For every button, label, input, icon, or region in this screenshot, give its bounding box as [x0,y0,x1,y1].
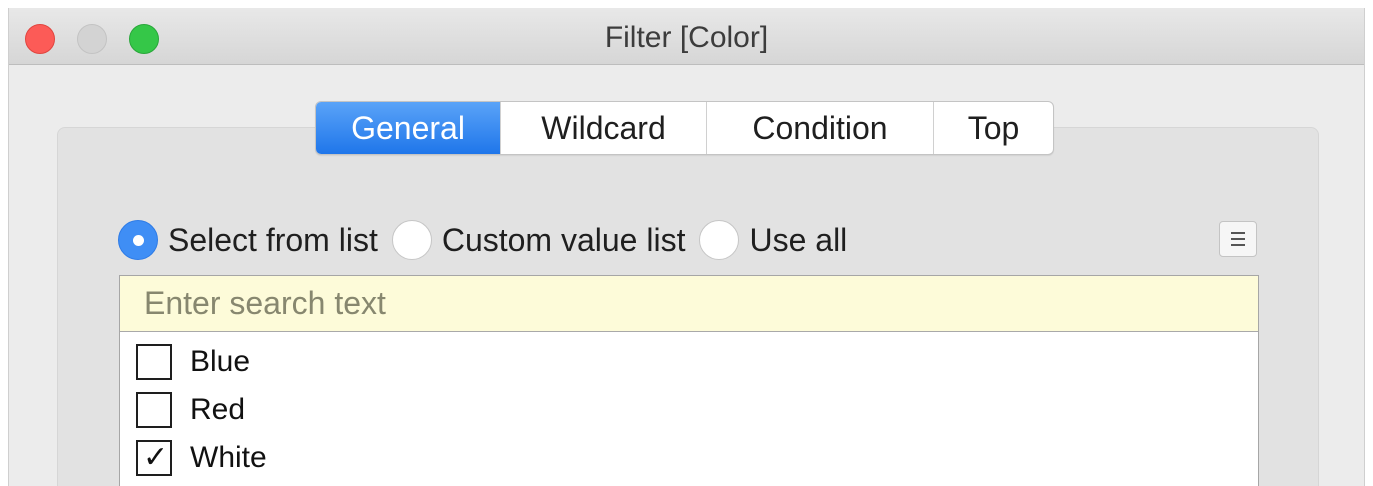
radio-label: Use all [749,221,848,258]
tab-bar: General Wildcard Condition Top [315,101,1054,155]
radio-label: Custom value list [441,221,686,258]
list-item-label: White [190,441,267,474]
checkbox[interactable] [136,392,172,428]
radio-button[interactable] [391,220,432,260]
filter-dialog-window: Filter [Color] General Wildcard Conditio… [8,8,1365,486]
selection-mode-group: Select from list Custom value list Use a… [118,219,861,261]
search-input[interactable] [120,276,1258,332]
menu-line [1231,238,1245,240]
radio-select-from-list[interactable]: Select from list [118,220,378,260]
title-bar[interactable]: Filter [Color] [9,8,1364,65]
radio-use-all[interactable]: Use all [699,220,847,260]
list-item-red[interactable]: Red [136,386,267,434]
list-menu-icon[interactable] [1219,221,1257,257]
checkbox[interactable] [136,344,172,380]
checkmark-icon: ✓ [143,440,169,475]
value-items: Blue Red ✓ White [136,338,267,482]
value-list: Blue Red ✓ White [119,275,1259,486]
tab-top[interactable]: Top [933,102,1053,154]
menu-line [1231,232,1245,234]
radio-label: Select from list [168,221,378,258]
radio-button[interactable] [699,220,740,260]
tab-condition[interactable]: Condition [706,102,933,154]
checkbox[interactable]: ✓ [136,440,172,476]
menu-line [1231,244,1245,246]
radio-button[interactable] [118,220,158,260]
tab-general[interactable]: General [316,102,500,154]
list-item-label: Red [190,393,246,426]
tab-wildcard[interactable]: Wildcard [500,102,706,154]
list-item-white[interactable]: ✓ White [136,434,267,482]
list-item-blue[interactable]: Blue [136,338,267,386]
radio-custom-value-list[interactable]: Custom value list [391,220,686,260]
window-title: Filter [Color] [604,21,769,54]
list-item-label: Blue [190,345,251,378]
